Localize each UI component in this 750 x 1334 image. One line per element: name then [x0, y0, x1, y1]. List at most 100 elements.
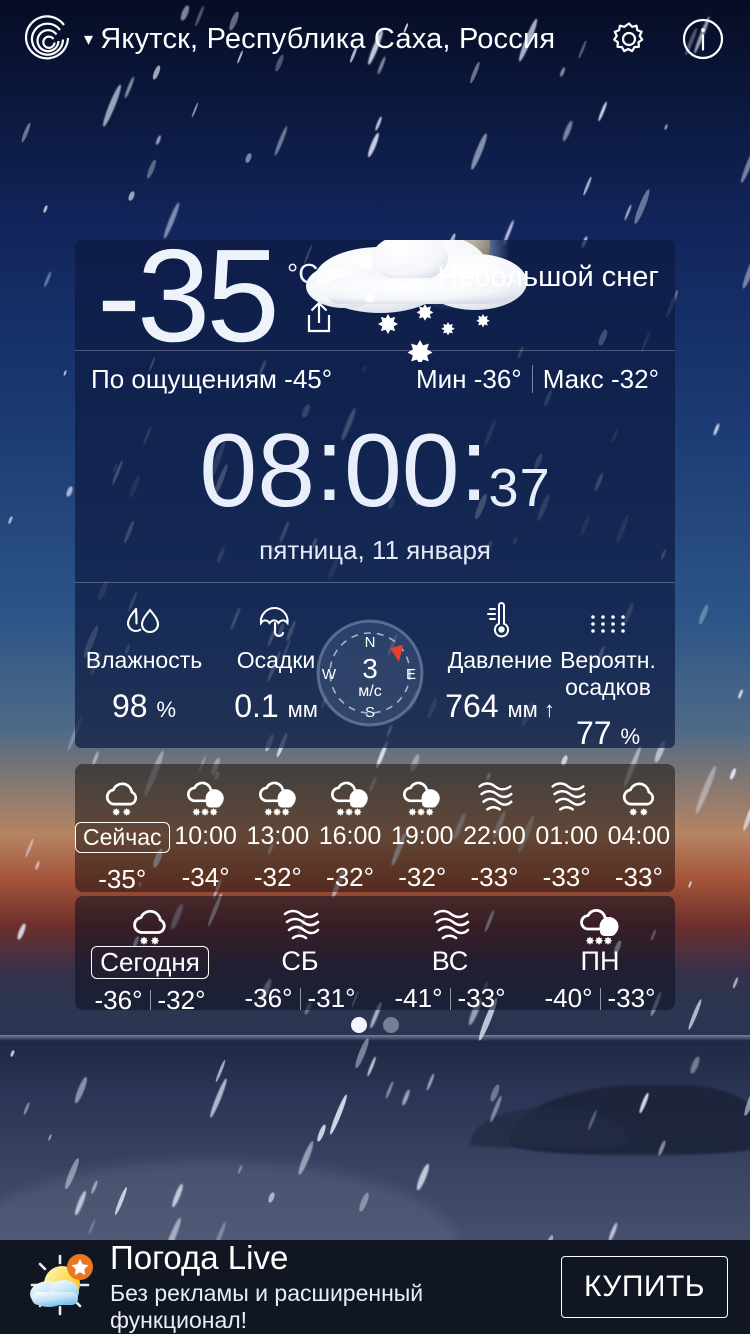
hourly-time: Сейчас [75, 822, 170, 853]
ad-text-block: Погода Live Без рекламы и расширенный фу… [110, 1238, 561, 1334]
pager-dot[interactable] [383, 1017, 399, 1033]
temp-divider [299, 987, 301, 1010]
daily-temps: -36° -32° [75, 985, 225, 1010]
precip-value: 0.1 [234, 688, 279, 725]
cloud-snow-icon [75, 772, 170, 820]
hourly-time: 13:00 [246, 822, 310, 850]
min-value: -36° [473, 363, 522, 394]
hourly-temp: -33° [614, 862, 663, 892]
metric-value: 77 % [543, 715, 673, 748]
hourly-cell[interactable]: 04:00 -33° [603, 764, 675, 892]
daily-forecast-strip[interactable]: Сегодня -36° -32° СБ -36° -31° ВС -41° -33° ПН… [75, 896, 675, 1010]
app-header: ▾ Якутск, Республика Саха, Россия [0, 0, 750, 78]
cloud-snow-icon [75, 900, 225, 948]
metric-humidity[interactable]: Влажность 98 % [79, 597, 209, 725]
location-name: Якутск, Республика Саха, Россия [100, 22, 556, 55]
hourly-cell[interactable]: Сейчас -35° [75, 764, 170, 892]
gear-icon[interactable] [606, 16, 652, 62]
share-icon[interactable] [303, 298, 335, 334]
ad-banner[interactable]: Погода Live Без рекламы и расширенный фу… [0, 1238, 750, 1334]
clock-separator-2: : [459, 407, 489, 523]
svg-text:W: W [322, 666, 337, 683]
cloud-sun-snow-icon [525, 900, 675, 948]
hourly-temp: -33° [542, 862, 591, 892]
metric-label: Влажность [85, 647, 203, 673]
weather-condition-text: Небольшой снег [437, 261, 659, 293]
hourly-time: 22:00 [463, 822, 526, 850]
hourly-temp: -32° [253, 862, 302, 892]
min-label: Мин [415, 363, 467, 394]
chevron-down-icon: ▾ [84, 29, 94, 49]
svg-text:S: S [365, 704, 375, 721]
daily-high: -33° [457, 983, 506, 1010]
daily-cell[interactable]: ВС -41° -33° [375, 896, 525, 1010]
daily-low: -40° [544, 983, 593, 1010]
current-temperature: -35 [97, 240, 280, 369]
digital-clock: 08:00:37 [75, 413, 675, 523]
hourly-cell[interactable]: 01:00 -33° [531, 764, 603, 892]
hourly-temp: -33° [470, 862, 519, 892]
hourly-cell[interactable]: 13:00 -32° [242, 764, 314, 892]
metric-value: 98 % [79, 688, 209, 725]
pressure-value: 764 [445, 688, 499, 725]
daily-temps: -41° -33° [375, 983, 525, 1010]
pager-dot[interactable] [351, 1017, 367, 1033]
cloud-snow-icon [603, 772, 675, 820]
location-selector[interactable]: ▾ Якутск, Республика Саха, Россия [84, 23, 555, 56]
compass-icon[interactable]: N S E W 3 м/с [315, 618, 425, 728]
info-icon[interactable] [680, 16, 726, 62]
temp-divider [449, 987, 451, 1010]
hourly-temp: -32° [326, 862, 375, 892]
cloud-sun-snow-icon [386, 772, 458, 820]
daily-name: Сегодня [91, 946, 209, 979]
daily-cell[interactable]: Сегодня -36° -32° [75, 896, 225, 1010]
current-date: пятница, 11 января [259, 535, 491, 565]
mist-icon [531, 772, 603, 820]
hourly-time: 16:00 [318, 822, 382, 850]
pager-dots[interactable] [0, 1017, 750, 1033]
hourly-time: 01:00 [535, 822, 598, 850]
hourly-cell[interactable]: 16:00 -32° [314, 764, 386, 892]
daily-cell[interactable]: ПН -40° -33° [525, 896, 675, 1010]
clock-separator-1: : [315, 407, 344, 523]
daily-temps: -40° -33° [525, 983, 675, 1010]
cloud-sun-snow-icon [242, 772, 314, 820]
hourly-forecast-strip[interactable]: Сейчас -35° 10:00 -34° 13:00 -32° 16:00 -32°… [75, 764, 675, 892]
max-temp: Макс -32° [533, 364, 659, 395]
current-conditions-row: -35 °C Небольшой снег [75, 240, 675, 365]
temp-divider [599, 987, 601, 1010]
min-temp: Мин -36° [416, 364, 532, 395]
svg-text:м/с: м/с [358, 683, 381, 700]
daily-low: -36° [244, 983, 293, 1010]
clock-seconds: 37 [488, 458, 551, 518]
daily-cell[interactable]: СБ -36° -31° [225, 896, 375, 1010]
hourly-cell[interactable]: 10:00 -34° [170, 764, 242, 892]
buy-button[interactable]: КУПИТЬ [560, 1256, 728, 1318]
hourly-cell[interactable]: 22:00 -33° [458, 764, 530, 892]
svg-text:3: 3 [362, 653, 378, 684]
radar-spiral-icon[interactable] [24, 15, 72, 63]
ad-subtitle: Без рекламы и расширенный функционал! [110, 1280, 424, 1334]
cloud-sun-snow-icon [170, 772, 242, 820]
cloud-sun-snow-icon [314, 772, 386, 820]
hourly-cell[interactable]: 19:00 -32° [386, 764, 458, 892]
hourly-time: 04:00 [607, 822, 671, 850]
daily-high: -33° [607, 983, 656, 1010]
daily-name: ВС [431, 946, 469, 976]
mist-icon [225, 900, 375, 948]
svg-text:N: N [365, 634, 376, 651]
sun-cloud-star-icon [22, 1250, 96, 1324]
precip-unit: мм [287, 697, 318, 723]
daily-low: -41° [394, 983, 443, 1010]
mist-icon [458, 772, 530, 820]
ad-title: Погода Live [110, 1238, 289, 1276]
temperature-unit: °C [287, 258, 319, 289]
precip-chance-value: 77 [575, 715, 612, 748]
max-value: -32° [611, 363, 659, 394]
daily-name: СБ [281, 946, 319, 976]
rain-dots-icon [543, 597, 673, 639]
daily-name: ПН [580, 946, 620, 976]
humidity-droplets-icon [79, 597, 209, 639]
precip-chance-unit: % [620, 724, 641, 748]
metric-precip-chance[interactable]: Вероятн. осадков 77 % [543, 597, 673, 748]
